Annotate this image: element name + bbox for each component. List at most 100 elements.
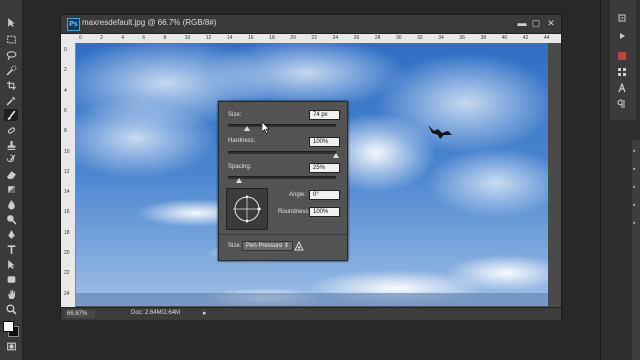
spacing-slider[interactable] xyxy=(228,176,336,179)
ruler-tick-label: 12 xyxy=(205,35,212,41)
ruler-origin[interactable] xyxy=(61,34,75,43)
path-select-tool-icon[interactable] xyxy=(4,258,18,270)
shape-tool-icon[interactable] xyxy=(4,273,18,285)
marquee-tool-icon[interactable] xyxy=(4,33,18,45)
zoom-tool-icon[interactable] xyxy=(4,303,18,315)
ruler-tick-label: 4 xyxy=(121,35,125,41)
ruler-tick-label: 16 xyxy=(248,35,254,41)
ruler-tick-label: 6 xyxy=(64,107,67,114)
panel-tab-marker[interactable]: ▪ xyxy=(633,148,639,156)
history-panel-icon[interactable] xyxy=(615,12,629,24)
panel-tab-marker[interactable]: ▪ xyxy=(633,166,639,174)
vertical-ruler[interactable]: 0 2 4 6 8 10 12 14 16 18 20 22 24 xyxy=(61,43,76,307)
panel-tab-marker[interactable]: ▪ xyxy=(633,184,639,192)
document-title-bar[interactable]: Ps maxresdefault.jpg @ 66.7% (RGB/8#) ▬ … xyxy=(61,15,561,34)
vertical-scrollbar[interactable] xyxy=(548,43,561,307)
ruler-tick-label: 14 xyxy=(64,189,70,196)
ruler-tick-label: 2 xyxy=(64,67,67,74)
mouse-cursor-icon xyxy=(261,121,270,139)
ruler-tick-label: 44 xyxy=(543,35,550,41)
actions-panel-icon[interactable] xyxy=(615,30,629,42)
brush-angle-preview[interactable] xyxy=(226,188,268,230)
pen-tool-icon[interactable] xyxy=(4,228,18,240)
ruler-tick-label: 12 xyxy=(64,168,70,175)
foreground-color-swatch[interactable] xyxy=(3,321,14,332)
angle-label: Angle: xyxy=(289,192,307,198)
ruler-tick-label: 0 xyxy=(79,35,82,41)
close-icon[interactable]: ✕ xyxy=(546,18,556,28)
type-tool-icon[interactable] xyxy=(4,243,18,255)
chevron-updown-icon: ⇕ xyxy=(283,243,289,249)
ruler-tick-label: 2 xyxy=(100,35,103,41)
ruler-tick-label: 18 xyxy=(269,35,275,41)
quick-mask-icon[interactable] xyxy=(4,340,18,352)
ruler-tick-label: 4 xyxy=(64,87,67,94)
eraser-tool-icon[interactable] xyxy=(4,168,18,180)
ruler-tick-label: 28 xyxy=(374,35,381,41)
document-title: maxresdefault.jpg @ 66.7% (RGB/8#) xyxy=(82,18,217,27)
status-menu-arrow-icon[interactable]: ▸ xyxy=(203,309,207,317)
panel-tab-marker[interactable]: ▪ xyxy=(633,202,639,210)
blur-tool-icon[interactable] xyxy=(4,198,18,210)
maximize-icon[interactable]: ▢ xyxy=(531,18,541,28)
brush-tool-icon[interactable] xyxy=(4,109,18,121)
hand-tool-icon[interactable] xyxy=(4,288,18,300)
hardness-slider-thumb[interactable] xyxy=(333,153,339,158)
popup-divider xyxy=(219,234,347,235)
paragraph-panel-icon[interactable] xyxy=(615,98,629,110)
lasso-tool-icon[interactable] xyxy=(4,49,18,61)
clone-stamp-tool-icon[interactable] xyxy=(4,139,18,151)
ruler-tick-label: 0 xyxy=(64,47,67,53)
ruler-tick-label: 10 xyxy=(64,148,70,155)
crop-tool-icon[interactable] xyxy=(4,79,18,91)
ruler-tick-label: 42 xyxy=(522,35,529,41)
size-control-value: Pen Pressure xyxy=(246,243,283,249)
history-brush-tool-icon[interactable] xyxy=(4,153,18,165)
hardness-field[interactable]: 100% xyxy=(309,137,340,147)
gradient-tool-icon[interactable] xyxy=(4,183,18,195)
tools-panel xyxy=(0,0,23,360)
ruler-tick-label: 34 xyxy=(438,35,444,41)
roundness-field[interactable]: 100% xyxy=(309,207,340,217)
ruler-tick-label: 24 xyxy=(64,290,70,297)
document-size-info[interactable]: Doc: 2.64M/2.64M xyxy=(131,310,180,316)
ruler-tick-label: 10 xyxy=(184,35,191,41)
ruler-tick-label: 38 xyxy=(480,35,487,41)
size-slider-thumb[interactable] xyxy=(244,126,251,131)
minimize-icon[interactable]: ▬ xyxy=(517,18,527,28)
move-tool-icon[interactable] xyxy=(4,16,18,28)
ruler-tick-label: 14 xyxy=(226,35,233,41)
pressure-size-label: Size: xyxy=(228,243,242,249)
size-field[interactable]: 74 px xyxy=(309,110,340,120)
ruler-tick-label: 18 xyxy=(64,229,70,236)
ruler-tick-label: 40 xyxy=(501,35,508,41)
hardness-slider[interactable] xyxy=(228,151,336,154)
quick-select-tool-icon[interactable] xyxy=(4,64,18,76)
ruler-tick-label: 26 xyxy=(353,35,360,41)
ruler-tick-label: 32 xyxy=(417,35,423,41)
zoom-level-field[interactable]: 66.67% xyxy=(65,310,95,318)
size-control-select[interactable]: Pen Pressure ⇕ xyxy=(242,241,293,251)
eyedropper-tool-icon[interactable] xyxy=(4,94,18,106)
brush-preset-picker: Size: 74 px Hardness: 100% Spacing: 25% … xyxy=(218,101,348,261)
color-panel-icon[interactable] xyxy=(615,50,629,62)
ruler-tick-label: 16 xyxy=(64,209,70,216)
ruler-tick-label: 20 xyxy=(64,250,70,257)
dodge-tool-icon[interactable] xyxy=(4,213,18,225)
ruler-tick-label: 36 xyxy=(459,35,465,41)
status-bar: 66.67% Doc: 2.64M/2.64M ▸ xyxy=(61,307,561,320)
spacing-field[interactable]: 25% xyxy=(309,163,340,173)
ruler-tick-label: 30 xyxy=(395,35,402,41)
ruler-tick-label: 24 xyxy=(332,35,339,41)
angle-field[interactable]: 0° xyxy=(309,190,340,200)
panel-tab-marker[interactable]: ▪ xyxy=(633,220,639,228)
spacing-slider-thumb[interactable] xyxy=(235,178,242,183)
pressure-triangle-icon[interactable] xyxy=(294,240,304,251)
size-label: Size: xyxy=(228,112,242,118)
ruler-tick-label: 8 xyxy=(163,35,167,41)
hardness-label: Hardness: xyxy=(228,138,256,144)
ruler-tick-label: 20 xyxy=(290,35,296,41)
character-panel-icon[interactable] xyxy=(615,82,629,94)
healing-brush-tool-icon[interactable] xyxy=(4,124,18,136)
swatches-panel-icon[interactable] xyxy=(615,66,629,78)
